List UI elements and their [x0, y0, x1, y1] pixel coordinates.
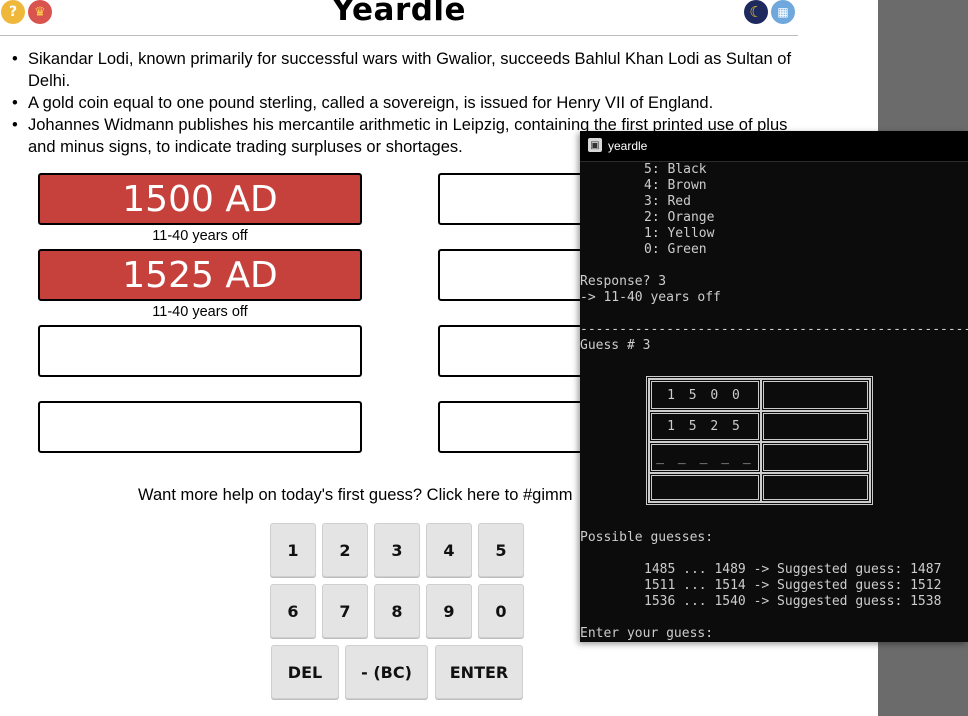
grid-cell	[761, 473, 870, 502]
clue-item: A gold coin equal to one pound sterling,…	[12, 92, 792, 114]
calendar-icon[interactable]: ▦	[771, 0, 795, 24]
possible-guesses-label: Possible guesses:	[580, 530, 714, 545]
guess-input-prompt[interactable]: Enter your guess:	[580, 626, 713, 642]
guess-box-4	[38, 401, 362, 453]
legend-line: 3: Red	[644, 194, 691, 209]
title-divider	[0, 35, 798, 36]
clue-item: Sikandar Lodi, known primarily for succe…	[12, 48, 792, 92]
first-guess-help-link[interactable]: Want more help on today's first guess? C…	[138, 486, 572, 505]
console-separator: ----------------------------------------…	[580, 322, 968, 337]
response-prompt: Response? 3	[580, 274, 667, 289]
legend-line: 4: Brown	[644, 178, 707, 193]
possible-guess-line: 1485 ... 1489 -> Suggested guess: 1487	[644, 562, 942, 577]
grid-cell	[761, 411, 870, 442]
grid-cell: _ _ _ _ _	[649, 442, 761, 473]
delete-button[interactable]: DEL	[271, 645, 339, 699]
response-result: -> 11-40 years off	[580, 290, 721, 305]
legend-line: 1: Yellow	[644, 226, 715, 241]
key-1[interactable]: 1	[270, 523, 316, 577]
grid-cell: 1 5 2 5	[649, 411, 761, 442]
guess-feedback-2: 11-40 years off	[152, 304, 248, 320]
enter-button[interactable]: ENTER	[435, 645, 523, 699]
guess-box-2: 1525 AD	[38, 249, 362, 301]
key-6[interactable]: 6	[270, 584, 316, 638]
legend-line: 2: Orange	[644, 210, 715, 225]
grid-cell	[649, 473, 761, 502]
key-9[interactable]: 9	[426, 584, 472, 638]
console-title: yeardle	[608, 139, 648, 153]
guess-feedback-1: 11-40 years off	[152, 228, 248, 244]
key-3[interactable]: 3	[374, 523, 420, 577]
console-guess-grid: 1 5 0 0 1 5 2 5 _ _ _ _ _	[646, 376, 873, 505]
console-titlebar[interactable]: ▣ yeardle	[580, 131, 968, 162]
possible-guess-line: 1536 ... 1540 -> Suggested guess: 1538	[644, 594, 942, 609]
key-2[interactable]: 2	[322, 523, 368, 577]
python-console-icon: ▣	[588, 138, 602, 152]
key-7[interactable]: 7	[322, 584, 368, 638]
grid-cell	[761, 379, 870, 411]
guess-number-label: Guess # 3	[580, 338, 651, 353]
key-8[interactable]: 8	[374, 584, 420, 638]
key-4[interactable]: 4	[426, 523, 472, 577]
key-0[interactable]: 0	[478, 584, 524, 638]
legend-line: 5: Black	[644, 162, 707, 177]
grid-cell	[761, 442, 870, 473]
guess-box-3	[38, 325, 362, 377]
console-window[interactable]: ▣ yeardle 5: Black 4: Brown 3: Red 2: Or…	[580, 131, 968, 642]
possible-guess-line: 1511 ... 1514 -> Suggested guess: 1512	[644, 578, 942, 593]
console-output[interactable]: 5: Black 4: Brown 3: Red 2: Orange 1: Ye…	[580, 161, 968, 642]
page-title: Yeardle	[331, 0, 467, 28]
legend-line: 0: Green	[644, 242, 707, 257]
grid-cell: 1 5 0 0	[649, 379, 761, 411]
key-5[interactable]: 5	[478, 523, 524, 577]
bc-toggle-button[interactable]: - (BC)	[345, 645, 428, 699]
guess-box-1: 1500 AD	[38, 173, 362, 225]
dark-mode-moon-icon[interactable]: ☾	[744, 0, 768, 24]
